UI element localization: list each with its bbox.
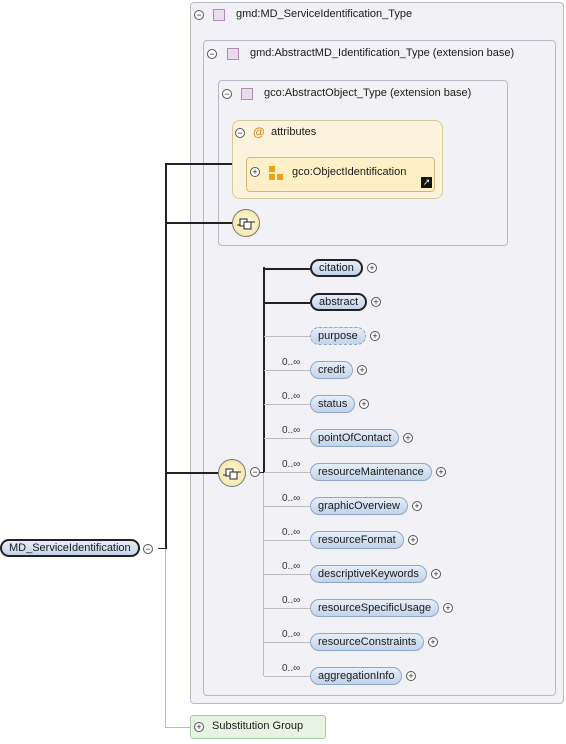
expand-element-button[interactable]: + xyxy=(359,399,369,409)
complex-type-icon xyxy=(227,48,239,60)
element-resource-specific-usage[interactable]: resourceSpecificUsage xyxy=(310,599,440,617)
connector-line xyxy=(264,302,310,304)
occurrence-label: 0..∞ xyxy=(282,629,301,640)
sequence-icon xyxy=(218,459,246,487)
connector-line xyxy=(264,574,310,575)
occurrence-label: 0..∞ xyxy=(282,527,301,538)
substitution-group-label: Substitution Group xyxy=(212,720,304,732)
occurrence-label: 0..∞ xyxy=(282,561,301,572)
expand-substitution-button[interactable]: + xyxy=(194,722,204,732)
sequence-icon xyxy=(232,209,260,237)
connector-line xyxy=(264,268,310,270)
collapse-service-type-button[interactable]: − xyxy=(194,10,204,20)
connector-line xyxy=(264,642,310,643)
connector-line xyxy=(264,370,310,371)
element-credit[interactable]: credit xyxy=(310,361,353,379)
connector-line xyxy=(165,727,191,728)
expand-element-button[interactable]: + xyxy=(443,603,453,613)
attribute-group-icon xyxy=(268,165,284,181)
collapse-root-button[interactable]: − xyxy=(143,544,153,554)
expand-element-button[interactable]: + xyxy=(371,297,381,307)
connector-line xyxy=(264,608,310,609)
connector-line xyxy=(165,472,218,474)
occurrence-label: 0..∞ xyxy=(282,459,301,470)
element-resource-constraints[interactable]: resourceConstraints xyxy=(310,633,425,651)
element-purpose[interactable]: purpose xyxy=(310,327,366,345)
occurrence-label: 0..∞ xyxy=(282,663,301,674)
element-abstract[interactable]: abstract xyxy=(310,293,368,311)
collapse-abstract-object-button[interactable]: − xyxy=(222,89,232,99)
collapse-abstract-identification-button[interactable]: − xyxy=(207,49,217,59)
connector-line xyxy=(165,222,232,224)
collapse-attributes-button[interactable]: − xyxy=(235,128,245,138)
connector-line xyxy=(165,163,232,165)
object-identification-label: gco:ObjectIdentification xyxy=(292,166,407,178)
complex-type-icon xyxy=(213,9,225,21)
expand-element-button[interactable]: + xyxy=(370,331,380,341)
connector-line xyxy=(264,540,310,541)
element-citation[interactable]: citation xyxy=(310,259,363,277)
expand-element-button[interactable]: + xyxy=(408,535,418,545)
expand-element-button[interactable]: + xyxy=(412,501,422,511)
attributes-label: attributes xyxy=(271,126,317,138)
expand-element-button[interactable]: + xyxy=(428,637,438,647)
service-type-label: gmd:MD_ServiceIdentification_Type xyxy=(236,8,413,20)
connector-line xyxy=(165,549,166,727)
expand-element-button[interactable]: + xyxy=(367,263,377,273)
connector-line xyxy=(264,506,310,507)
element-point-of-contact[interactable]: pointOfContact xyxy=(310,429,400,447)
complex-type-icon xyxy=(241,88,253,100)
occurrence-label: 0..∞ xyxy=(282,493,301,504)
occurrence-label: 0..∞ xyxy=(282,425,301,436)
occurrence-label: 0..∞ xyxy=(282,357,301,368)
root-element-md-service-identification[interactable]: MD_ServiceIdentification xyxy=(0,539,140,557)
connector-line xyxy=(264,438,310,439)
element-resource-format[interactable]: resourceFormat xyxy=(310,531,404,549)
element-graphic-overview[interactable]: graphicOverview xyxy=(310,497,408,515)
at-icon: @ xyxy=(253,125,265,139)
occurrence-label: 0..∞ xyxy=(282,391,301,402)
element-resource-maintenance[interactable]: resourceMaintenance xyxy=(310,463,432,481)
abstract-object-type-label: gco:AbstractObject_Type (extension base) xyxy=(264,87,472,99)
expand-element-button[interactable]: + xyxy=(406,671,416,681)
element-status[interactable]: status xyxy=(310,395,356,413)
connector-line xyxy=(165,163,167,549)
expand-object-identification-button[interactable]: + xyxy=(250,167,260,177)
element-descriptive-keywords[interactable]: descriptiveKeywords xyxy=(310,565,427,583)
expand-element-button[interactable]: + xyxy=(436,467,446,477)
connector-line xyxy=(264,472,310,473)
expand-element-button[interactable]: + xyxy=(431,569,441,579)
reference-arrow-icon: ↗ xyxy=(421,177,432,188)
abstract-identification-type-label: gmd:AbstractMD_Identification_Type (exte… xyxy=(250,47,515,59)
connector-line xyxy=(264,404,310,405)
expand-element-button[interactable]: + xyxy=(403,433,413,443)
expand-element-button[interactable]: + xyxy=(357,365,367,375)
element-aggregation-info[interactable]: aggregationInfo xyxy=(310,667,403,685)
connector-line xyxy=(264,676,310,677)
collapse-sequence-button[interactable]: − xyxy=(250,467,260,477)
occurrence-label: 0..∞ xyxy=(282,595,301,606)
connector-line xyxy=(264,336,310,337)
